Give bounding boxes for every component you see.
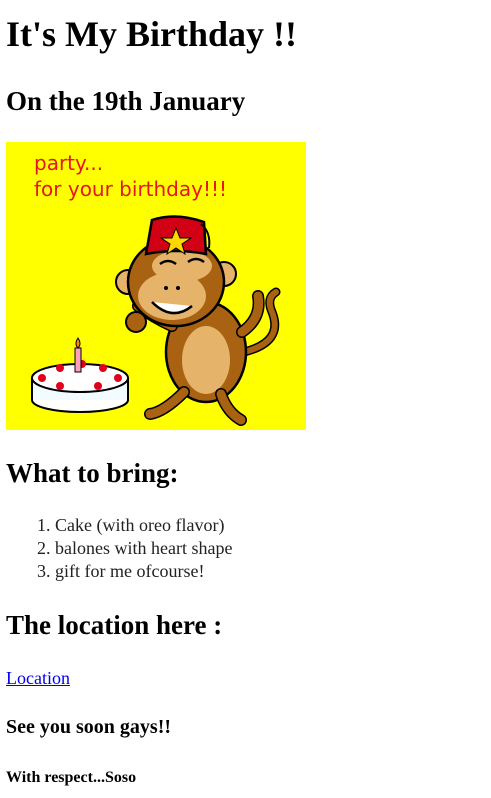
list-item: gift for me ofcourse! xyxy=(55,560,232,583)
list-item: Cake (with oreo flavor) xyxy=(55,514,232,537)
birthday-card-image: party... for your birthday!!! xyxy=(6,142,306,430)
location-heading: The location here : xyxy=(6,610,223,640)
event-date: On the 19th January xyxy=(6,86,246,116)
cake-drawing xyxy=(31,337,129,413)
bring-list: Cake (with oreo flavor) balones with hea… xyxy=(6,514,232,583)
card-caption-line-1: party... xyxy=(34,151,104,175)
card-caption-line-2: for your birthday!!! xyxy=(34,177,228,201)
see-you-text: See you soon gays!! xyxy=(6,716,172,738)
bring-heading: What to bring: xyxy=(6,458,179,488)
page-title: It's My Birthday !! xyxy=(6,14,297,54)
signature-text: With respect...Soso xyxy=(6,769,137,786)
location-link[interactable]: Location xyxy=(6,667,70,689)
card-caption: party... for your birthday!!! xyxy=(34,150,227,202)
list-item: balones with heart shape xyxy=(55,537,232,560)
